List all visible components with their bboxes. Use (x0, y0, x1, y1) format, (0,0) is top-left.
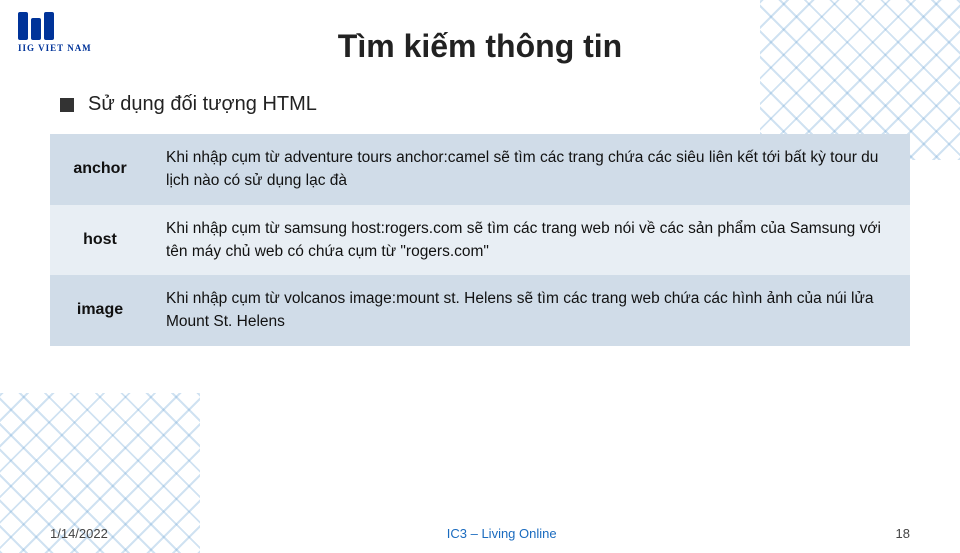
footer-center: IC3 – Living Online (447, 526, 557, 541)
bullet-section: Sử dụng đối tượng HTML (60, 93, 910, 116)
footer-page: 18 (896, 526, 910, 541)
table-row: hostKhi nhập cụm từ samsung host:rogers.… (50, 205, 910, 276)
footer: 1/14/2022 IC3 – Living Online 18 (0, 526, 960, 541)
table-row: anchorKhi nhập cụm từ adventure tours an… (50, 134, 910, 205)
bullet-square-icon (60, 98, 74, 112)
main-content: Tìm kiếm thông tin Sử dụng đối tượng HTM… (0, 0, 960, 553)
footer-date: 1/14/2022 (50, 526, 108, 541)
page-title: Tìm kiếm thông tin (50, 28, 910, 65)
table-cell-description: Khi nhập cụm từ adventure tours anchor:c… (150, 134, 910, 205)
logo: IIG VIET NAM (18, 12, 92, 53)
table-cell-description: Khi nhập cụm từ volcanos image:mount st.… (150, 275, 910, 346)
table-cell-description: Khi nhập cụm từ samsung host:rogers.com … (150, 205, 910, 276)
logo-bars (18, 12, 92, 40)
table-cell-term: host (50, 205, 150, 276)
bullet-label: Sử dụng đối tượng HTML (88, 93, 317, 116)
table-cell-term: image (50, 275, 150, 346)
logo-bar-2 (31, 18, 41, 40)
table-cell-term: anchor (50, 134, 150, 205)
info-table: anchorKhi nhập cụm từ adventure tours an… (50, 134, 910, 346)
logo-text: IIG VIET NAM (18, 43, 92, 53)
logo-bar-3 (44, 12, 54, 40)
logo-bar-1 (18, 12, 28, 40)
table-row: imageKhi nhập cụm từ volcanos image:moun… (50, 275, 910, 346)
